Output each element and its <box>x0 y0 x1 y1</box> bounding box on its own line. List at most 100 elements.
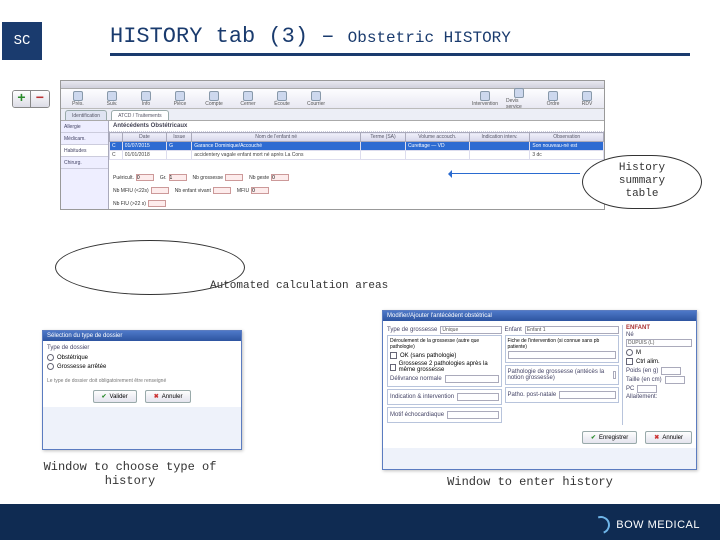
radio-option[interactable]: Obstétrique <box>47 354 237 361</box>
calc-field[interactable] <box>271 174 289 181</box>
title-main: HISTORY tab (3) – <box>110 24 334 49</box>
annotation-calc-areas: Automated calculation areas <box>210 280 388 292</box>
checkbox-option[interactable]: OK (sans pathologie) <box>390 352 499 359</box>
save-button[interactable]: ✔Enregistrer <box>582 431 637 444</box>
logo-icon <box>592 516 610 534</box>
calc-area: Puéricult. Gr. Nb grossesse Nb geste Nb … <box>113 174 303 207</box>
close-icon: ✖ <box>654 434 659 441</box>
checkbox-icon <box>390 364 396 371</box>
slide-title: HISTORY tab (3) – Obstetric HISTORY <box>110 24 690 56</box>
toolbar-icon <box>73 91 83 101</box>
annotation-summary-table: History summarytable <box>582 155 702 209</box>
fieldset-legend: Type de dossier <box>47 345 237 351</box>
toolbar-button[interactable]: Suiv. <box>99 91 125 107</box>
main-pane: Antécédents Obstétricaux Date Issue Nom … <box>109 121 604 209</box>
toolbar: Prés. Suiv. Info Pièce Compte Cerner Éco… <box>61 89 604 109</box>
toolbar-button[interactable]: Prés. <box>65 91 91 107</box>
input-field[interactable] <box>613 371 616 379</box>
side-tab[interactable]: Chirurg. <box>61 157 108 169</box>
input-field[interactable] <box>661 367 681 375</box>
radio-icon <box>47 354 54 361</box>
toolbar-icon <box>582 91 592 101</box>
toolbar-icon <box>480 91 490 101</box>
toolbar-icon <box>209 91 219 101</box>
child-select[interactable]: Enfant 1 <box>525 326 619 334</box>
close-icon: ✖ <box>154 393 159 400</box>
brand-logo: BOW MEDICAL <box>592 516 700 534</box>
popup-titlebar: Modifier/Ajouter l'antécédent obstétrica… <box>383 311 696 321</box>
calc-field[interactable] <box>213 187 231 194</box>
zoom-toggle[interactable]: + − <box>12 90 50 108</box>
input-field[interactable] <box>447 411 498 419</box>
toolbar-icon <box>243 91 253 101</box>
app-window: Prés. Suiv. Info Pièce Compte Cerner Éco… <box>60 80 605 210</box>
select-field[interactable] <box>445 375 499 383</box>
check-icon: ✔ <box>102 393 107 400</box>
toolbar-icon <box>311 91 321 101</box>
radio-icon <box>47 363 54 370</box>
calc-field[interactable] <box>148 200 166 207</box>
title-subtitle: Obstetric HISTORY <box>348 29 511 47</box>
main-tabs: Identification ATCD / Traitements <box>61 109 604 121</box>
table-row[interactable]: C 01/01/2018 accidentery vagale enfant m… <box>110 151 604 160</box>
radio-option[interactable]: Grossesse arrêtée <box>47 363 237 370</box>
validate-button[interactable]: ✔Valider <box>93 390 137 403</box>
check-icon: ✔ <box>591 434 596 441</box>
toolbar-button[interactable]: RDV <box>574 91 600 107</box>
toolbar-button[interactable]: Ordre <box>540 91 566 107</box>
checkbox-option[interactable]: Ctrl alim. <box>626 358 692 365</box>
side-tab[interactable]: Habitudes <box>61 145 108 157</box>
toolbar-button[interactable]: Pièce <box>167 91 193 107</box>
popup-titlebar: Sélection du type de dossier <box>43 331 241 341</box>
side-tab[interactable]: Médicam. <box>61 133 108 145</box>
calc-field[interactable] <box>151 187 169 194</box>
toolbar-button[interactable]: Courrier <box>303 91 329 107</box>
plus-icon[interactable]: + <box>13 91 31 107</box>
calc-field[interactable] <box>251 187 269 194</box>
logo-text: BOW MEDICAL <box>616 519 700 531</box>
side-tabs: Allergie Médicam. Habitudes Chirurg. <box>61 121 109 209</box>
checkbox-option[interactable]: Grossesse 2 pathologies après la même gr… <box>390 361 499 373</box>
side-tab[interactable]: Allergie <box>61 121 108 133</box>
toolbar-icon <box>175 91 185 101</box>
toolbar-icon <box>548 91 558 101</box>
popup-enter-history: Modifier/Ajouter l'antécédent obstétrica… <box>382 310 697 470</box>
toolbar-button[interactable]: Info <box>133 91 159 107</box>
input-field[interactable] <box>637 385 657 393</box>
minus-icon[interactable]: − <box>31 91 49 107</box>
history-table[interactable]: Date Issue Nom de l'enfant né Terme (SA)… <box>109 132 604 160</box>
calc-field[interactable] <box>169 174 187 181</box>
sc-badge: SC <box>2 22 42 60</box>
input-field[interactable] <box>508 351 617 359</box>
toolbar-button[interactable]: Écoute <box>269 91 295 107</box>
type-select[interactable]: Unique <box>440 326 501 334</box>
child-header: ENFANT <box>626 325 692 331</box>
toolbar-icon <box>514 88 524 98</box>
hint-text: Le type de dossier doit obligatoirement … <box>47 378 237 384</box>
tab-identification[interactable]: Identification <box>65 110 107 120</box>
checkbox-icon <box>626 358 633 365</box>
calc-field[interactable] <box>225 174 243 181</box>
calc-field[interactable] <box>136 174 154 181</box>
footer-bar: BOW MEDICAL <box>0 504 720 540</box>
radio-option[interactable]: M <box>626 349 692 356</box>
input-field[interactable] <box>559 391 616 399</box>
input-field[interactable]: DUPUIS (L) <box>626 339 692 347</box>
toolbar-button[interactable]: Intervention <box>472 91 498 107</box>
input-field[interactable] <box>665 376 685 384</box>
radio-icon <box>626 349 633 356</box>
cancel-button[interactable]: ✖Annuler <box>645 431 692 444</box>
toolbar-button[interactable]: Compte <box>201 91 227 107</box>
popup-choose-type: Sélection du type de dossier Type de dos… <box>42 330 242 450</box>
toolbar-button[interactable]: Devis service <box>506 88 532 110</box>
child-panel: ENFANT Né DUPUIS (L) M Ctrl alim. Poids … <box>622 325 692 425</box>
table-row[interactable]: C 01/07/2015 G Garance Dominique/Accouch… <box>110 142 604 151</box>
checkbox-icon <box>390 352 397 359</box>
caption-choose-type: Window to choose type ofhistory <box>30 460 230 488</box>
toolbar-button[interactable]: Cerner <box>235 91 261 107</box>
tab-atcd[interactable]: ATCD / Traitements <box>111 110 169 120</box>
input-field[interactable] <box>457 393 498 401</box>
cancel-button[interactable]: ✖Annuler <box>145 390 192 403</box>
arrow-icon <box>450 173 580 174</box>
caption-enter-history: Window to enter history <box>430 475 630 489</box>
